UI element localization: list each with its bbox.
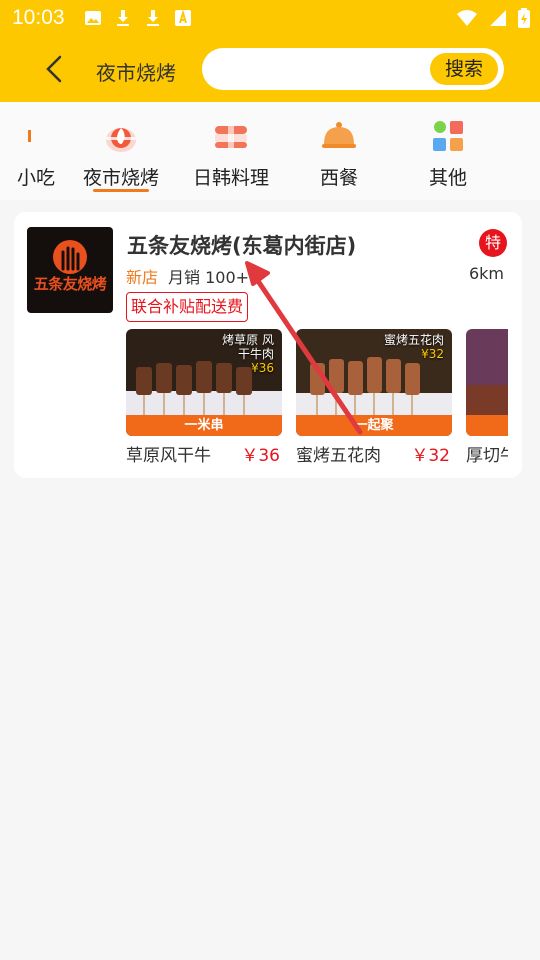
download-icon-2	[144, 9, 162, 27]
monthly-sales: 月销 100+	[168, 268, 250, 287]
special-badge: 特	[479, 229, 507, 257]
sushi-icon	[215, 126, 247, 148]
dish-list: 烤草原 风干牛肉 ¥36 一米串 草原风干牛 ￥36 蜜烤五花肉 ¥32 一起聚…	[126, 329, 508, 469]
dish-photo: 烤草原 风干牛肉 ¥36 一米串	[126, 329, 282, 436]
tab-western[interactable]: 西餐	[289, 102, 389, 200]
dish-name: 草原风干牛	[126, 446, 211, 466]
new-shop-tag: 新店	[126, 268, 159, 287]
category-tabs: 小吃 夜市烧烤 日韩料理 西餐 其他	[0, 102, 540, 200]
dish-item[interactable]: 烤草原 风干牛肉 ¥36 一米串 草原风干牛 ￥36	[126, 329, 282, 469]
notification-icons	[84, 9, 192, 27]
tab-label: 夜市烧烤	[82, 167, 159, 189]
dish-name: 厚切牛	[466, 446, 508, 466]
chevron-left-icon	[46, 55, 62, 83]
tab-label: 其他	[428, 167, 467, 189]
image-icon	[84, 9, 102, 27]
signal-icon	[488, 9, 508, 31]
dish-overlay: 蜜烤五花肉 ¥32	[384, 333, 444, 361]
active-tab-indicator	[93, 189, 149, 192]
tab-other[interactable]: 其他	[398, 102, 498, 200]
wifi-icon	[456, 9, 478, 31]
dish-banner: 一米串	[126, 415, 282, 436]
dish-overlay: 烤草原 风干牛肉 ¥36	[214, 333, 274, 375]
status-time: 10:03	[12, 6, 65, 29]
distance: 6km	[468, 264, 504, 283]
snack-icon	[28, 130, 31, 142]
shop-card[interactable]: 五条友烧烤 五条友烧烤(东葛内街店) 特 新店 月销 100+ 6km 联合补贴…	[14, 212, 522, 478]
battery-icon	[518, 8, 530, 32]
tab-label: 日韩料理	[192, 167, 269, 189]
grid-icon	[433, 121, 463, 151]
tab-japanese-korean[interactable]: 日韩料理	[181, 102, 281, 200]
overlay-title: 烤草原 风干牛肉	[222, 333, 274, 361]
cloche-icon	[322, 122, 356, 148]
shop-name[interactable]: 五条友烧烤(东葛内街店)	[127, 230, 356, 260]
search-input[interactable]: 搜索	[202, 48, 504, 90]
page-title: 夜市烧烤	[96, 61, 176, 85]
app-notification-icon	[174, 9, 192, 27]
overlay-price: ¥36	[251, 361, 274, 375]
top-bar: 10:03 夜市烧烤 搜索	[0, 0, 540, 102]
overlay-title: 蜜烤五花肉	[383, 333, 444, 347]
status-bar: 10:03	[0, 0, 540, 38]
system-icons	[456, 8, 530, 32]
dish-photo: 蜜烤五花肉 ¥32 一起聚	[296, 329, 452, 436]
bbq-icon	[106, 128, 136, 152]
dish-photo	[466, 329, 508, 436]
dish-banner	[466, 415, 508, 436]
shop-logo: 五条友烧烤	[27, 227, 113, 313]
dish-price: ￥32	[411, 446, 450, 466]
dish-name: 蜜烤五花肉	[296, 446, 381, 466]
download-icon	[114, 9, 132, 27]
hand-logo-icon	[53, 240, 87, 274]
promo-tag: 联合补贴配送费	[126, 292, 249, 322]
logo-text: 五条友烧烤	[33, 275, 107, 293]
tab-bbq[interactable]: 夜市烧烤	[71, 102, 171, 200]
dish-item[interactable]: 蜜烤五花肉 ¥32 一起聚 蜜烤五花肉 ￥32	[296, 329, 452, 469]
back-button[interactable]	[38, 52, 72, 86]
overlay-price: ¥32	[421, 347, 444, 361]
tab-label: 西餐	[319, 167, 358, 189]
dish-price: ￥36	[241, 446, 280, 466]
dish-banner: 一起聚	[296, 415, 452, 436]
search-button[interactable]: 搜索	[430, 53, 498, 85]
dish-item[interactable]: 厚切牛	[466, 329, 508, 469]
